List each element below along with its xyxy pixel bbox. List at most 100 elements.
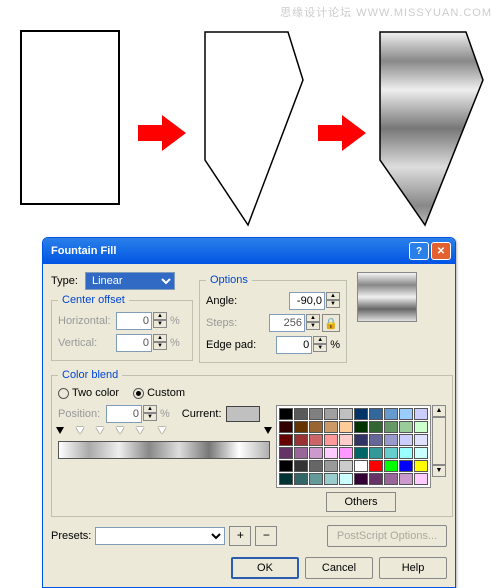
help-icon[interactable]: ?: [409, 242, 429, 260]
palette-cell[interactable]: [354, 421, 368, 433]
palette-cell[interactable]: [399, 421, 413, 433]
palette-cell[interactable]: [414, 434, 428, 446]
palette-cell[interactable]: [279, 421, 293, 433]
ok-button[interactable]: OK: [231, 557, 299, 579]
palette-cell[interactable]: [324, 447, 338, 459]
palette-cell[interactable]: [369, 447, 383, 459]
palette-cell[interactable]: [384, 460, 398, 472]
spin-down-icon: ▼: [153, 342, 167, 350]
palette-cell[interactable]: [369, 421, 383, 433]
edge-input[interactable]: [276, 336, 312, 354]
type-select[interactable]: Linear: [85, 272, 175, 290]
palette-cell[interactable]: [309, 460, 323, 472]
palette-cell[interactable]: [294, 421, 308, 433]
cancel-button[interactable]: Cancel: [305, 557, 373, 579]
presets-select[interactable]: [95, 527, 225, 545]
angle-input[interactable]: [289, 292, 325, 310]
palette-cell[interactable]: [309, 447, 323, 459]
spin-up-icon[interactable]: ▲: [313, 336, 327, 344]
gradient-markers[interactable]: [58, 427, 270, 437]
palette-cell[interactable]: [414, 460, 428, 472]
palette-cell[interactable]: [369, 434, 383, 446]
palette-cell[interactable]: [399, 447, 413, 459]
help-button[interactable]: Help: [379, 557, 447, 579]
position-input: [106, 405, 142, 423]
options-legend: Options: [206, 274, 252, 286]
horizontal-label: Horizontal:: [58, 315, 116, 327]
spin-down-icon[interactable]: ▼: [313, 344, 327, 352]
palette-cell[interactable]: [369, 460, 383, 472]
scroll-down-icon[interactable]: ▼: [432, 465, 446, 477]
fountain-fill-dialog: Fountain Fill ? ✕ Type: Linear Center of…: [42, 237, 456, 588]
palette-cell[interactable]: [294, 408, 308, 420]
palette-cell[interactable]: [354, 460, 368, 472]
palette-cell[interactable]: [339, 408, 353, 420]
palette-cell[interactable]: [399, 460, 413, 472]
palette-cell[interactable]: [414, 447, 428, 459]
palette-cell[interactable]: [279, 460, 293, 472]
palette-cell[interactable]: [354, 408, 368, 420]
palette-cell[interactable]: [294, 460, 308, 472]
palette-cell[interactable]: [294, 447, 308, 459]
remove-preset-button[interactable]: −: [255, 526, 277, 546]
palette-cell[interactable]: [384, 473, 398, 485]
palette-cell[interactable]: [354, 473, 368, 485]
palette-cell[interactable]: [309, 473, 323, 485]
options-group: Options Angle: ▲▼ Steps: ▲▼🔒 Edge pad: ▲…: [199, 274, 347, 363]
spin-up-icon[interactable]: ▲: [326, 292, 340, 300]
steps-label: Steps:: [206, 317, 262, 329]
palette-cell[interactable]: [414, 408, 428, 420]
color-blend-group: Color blend Two color Custom Position: ▲…: [51, 369, 453, 517]
spin-up-icon: ▲: [306, 314, 320, 322]
palette-cell[interactable]: [339, 447, 353, 459]
palette-cell[interactable]: [384, 434, 398, 446]
palette-cell[interactable]: [369, 473, 383, 485]
palette-cell[interactable]: [324, 460, 338, 472]
two-color-radio[interactable]: Two color: [58, 387, 119, 399]
titlebar[interactable]: Fountain Fill ? ✕: [43, 238, 455, 264]
palette-cell[interactable]: [399, 473, 413, 485]
palette-cell[interactable]: [339, 434, 353, 446]
palette-cell[interactable]: [384, 447, 398, 459]
scroll-track[interactable]: [432, 417, 446, 465]
palette-cell[interactable]: [324, 434, 338, 446]
others-button[interactable]: Others: [326, 492, 396, 512]
palette-cell[interactable]: [324, 421, 338, 433]
current-label: Current:: [182, 408, 222, 420]
custom-radio[interactable]: Custom: [133, 387, 185, 399]
palette-cell[interactable]: [369, 408, 383, 420]
palette-cell[interactable]: [414, 473, 428, 485]
presets-label: Presets:: [51, 530, 91, 542]
palette-cell[interactable]: [279, 434, 293, 446]
palette-cell[interactable]: [279, 473, 293, 485]
palette-cell[interactable]: [279, 447, 293, 459]
palette-cell[interactable]: [414, 421, 428, 433]
angle-label: Angle:: [206, 295, 262, 307]
palette-cell[interactable]: [309, 421, 323, 433]
close-icon[interactable]: ✕: [431, 242, 451, 260]
palette-cell[interactable]: [309, 408, 323, 420]
palette-cell[interactable]: [384, 408, 398, 420]
palette-cell[interactable]: [294, 434, 308, 446]
palette-cell[interactable]: [354, 447, 368, 459]
palette-cell[interactable]: [324, 408, 338, 420]
palette-cell[interactable]: [399, 434, 413, 446]
palette-cell[interactable]: [399, 408, 413, 420]
lock-icon[interactable]: 🔒: [322, 314, 340, 332]
gradient-bar[interactable]: [58, 441, 270, 459]
add-preset-button[interactable]: +: [229, 526, 251, 546]
scroll-up-icon[interactable]: ▲: [432, 405, 446, 417]
palette-cell[interactable]: [339, 421, 353, 433]
palette-cell[interactable]: [309, 434, 323, 446]
palette-cell[interactable]: [384, 421, 398, 433]
palette-cell[interactable]: [339, 473, 353, 485]
spin-down-icon[interactable]: ▼: [326, 300, 340, 308]
palette-cell[interactable]: [294, 473, 308, 485]
type-label: Type:: [51, 275, 85, 287]
color-palette[interactable]: [276, 405, 431, 488]
palette-cell[interactable]: [324, 473, 338, 485]
palette-cell[interactable]: [339, 460, 353, 472]
palette-cell[interactable]: [279, 408, 293, 420]
current-color-swatch[interactable]: [226, 406, 260, 422]
palette-cell[interactable]: [354, 434, 368, 446]
